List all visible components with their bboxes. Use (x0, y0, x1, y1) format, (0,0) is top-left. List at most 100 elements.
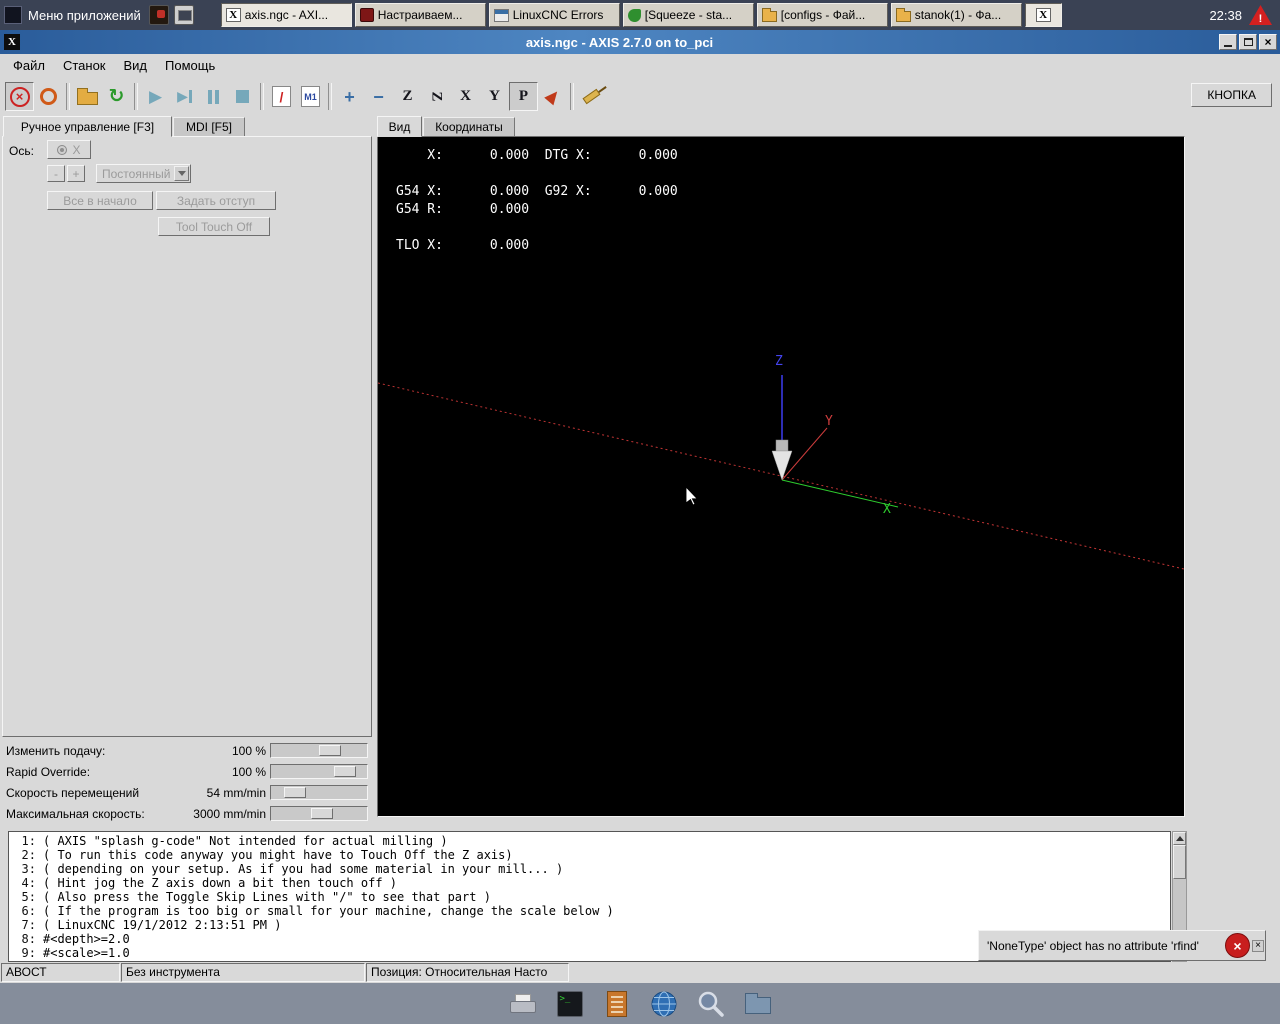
taskbar-item-squeeze[interactable]: [Squeeze - sta... (623, 3, 754, 27)
menu-file[interactable]: Файл (4, 55, 54, 76)
view-z-rotated-button[interactable]: Z (422, 82, 451, 111)
feed-override-slider[interactable] (270, 743, 368, 758)
view-y-button[interactable]: Y (480, 82, 509, 111)
run-icon: ▶ (149, 88, 162, 105)
pause-button[interactable] (199, 82, 228, 111)
stop-button[interactable] (228, 82, 257, 111)
gcode-line[interactable]: 3:( depending on your setup. As if you h… (11, 862, 1170, 876)
maximize-button[interactable] (1239, 34, 1257, 50)
dock-printer-icon[interactable] (507, 988, 539, 1020)
jog-speed-slider[interactable] (270, 785, 368, 800)
zoom-out-icon: − (373, 88, 384, 106)
taskbar-item-errors[interactable]: LinuxCNC Errors (489, 3, 620, 27)
rapid-override-slider[interactable] (270, 764, 368, 779)
taskbar-item-label: [Squeeze - sta... (645, 8, 732, 22)
terminal-screen: >_ (557, 991, 583, 1017)
gcode-line-number: 1: (11, 834, 36, 848)
jog-speed-label: Скорость перемещений (6, 786, 139, 800)
custom-panel-button[interactable]: КНОПКА (1191, 83, 1272, 107)
gcode-line[interactable]: 5:( Also press the Toggle Skip Lines wit… (11, 890, 1170, 904)
reload-button[interactable]: ↻ (102, 82, 131, 111)
axis-x-radio[interactable]: X (47, 140, 91, 159)
slider-handle[interactable] (284, 787, 306, 798)
launcher-icon-1[interactable] (149, 5, 169, 25)
dock-search-icon[interactable] (695, 988, 727, 1020)
magnifier-icon (695, 988, 727, 1020)
window-controls: × (1219, 34, 1277, 50)
tab-manual-control[interactable]: Ручное управление [F3] (3, 116, 172, 137)
slider-handle[interactable] (334, 766, 356, 777)
estop-button[interactable]: × (5, 82, 34, 111)
feed-override-label: Изменить подачу: (6, 744, 105, 758)
skip-lines-button[interactable]: / (267, 82, 296, 111)
jog-plus-button[interactable]: + (67, 165, 85, 182)
gcode-line[interactable]: 6:( If the program is too big or small f… (11, 904, 1170, 918)
slider-handle[interactable] (319, 745, 341, 756)
folder-shape (745, 997, 771, 1014)
touch-off-button[interactable]: Задать отступ (156, 191, 276, 210)
preview-3d-canvas[interactable]: X: 0.000 DTG X: 0.000 G54 X: 0.000 G92 X… (377, 136, 1185, 817)
step-icon: ▶ (177, 88, 188, 105)
dock-terminal-icon[interactable]: >_ (554, 988, 586, 1020)
max-velocity-slider[interactable] (270, 806, 368, 821)
axis-label: Ось: (9, 144, 34, 158)
run-button[interactable]: ▶ (141, 82, 170, 111)
gcode-line-number: 3: (11, 862, 36, 876)
gcode-line-text: #<scale>=1.0 (43, 946, 130, 960)
scroll-up-button[interactable] (1173, 832, 1186, 845)
gcode-line[interactable]: 2:( To run this code anyway you might ha… (11, 848, 1170, 862)
radio-icon (57, 145, 67, 155)
taskbar-item-axis[interactable]: X axis.ngc - AXI... (221, 3, 352, 27)
view-x-button[interactable]: X (451, 82, 480, 111)
view-perspective-button[interactable]: P (509, 82, 538, 111)
notification-dismiss-button[interactable]: × (1225, 933, 1250, 958)
gcode-line[interactable]: 1:( AXIS "splash g-code" Not intended fo… (11, 834, 1170, 848)
combo-arrow-button[interactable] (174, 166, 189, 181)
dock-browser-icon[interactable] (648, 988, 680, 1020)
tab-preview[interactable]: Вид (377, 116, 422, 137)
slider-handle[interactable] (311, 808, 333, 819)
jog-mode-value: Постоянный (102, 167, 170, 181)
open-file-button[interactable] (73, 82, 102, 111)
tab-mdi[interactable]: MDI [F5] (173, 117, 245, 137)
dock-editor-icon[interactable] (601, 988, 633, 1020)
tool-cone (772, 451, 792, 480)
gcode-line[interactable]: 4:( Hint jog the Z axis down a bit then … (11, 876, 1170, 890)
minimize-button[interactable] (1219, 34, 1237, 50)
taskbar-item-settings[interactable]: Настраиваем... (355, 3, 486, 27)
warning-icon[interactable]: ! (1249, 5, 1272, 25)
menu-help[interactable]: Помощь (156, 55, 224, 76)
tool-touch-off-button[interactable]: Tool Touch Off (158, 217, 270, 236)
taskbar-item-xterm[interactable]: X (1025, 3, 1062, 27)
scrollbar-thumb[interactable] (1173, 845, 1186, 879)
jog-minus-button[interactable]: - (47, 165, 65, 182)
launcher-icon-2[interactable] (174, 5, 194, 25)
taskbar-item-label: Настраиваем... (378, 8, 463, 22)
notification-message: 'NoneType' object has no attribute 'rfin… (979, 939, 1223, 953)
applications-menu-button[interactable]: Меню приложений (0, 0, 149, 30)
toolbar-separator (328, 83, 332, 110)
rotate-view-button[interactable] (538, 82, 567, 111)
clock: 22:38 (1209, 0, 1242, 30)
jog-speed-combo[interactable]: Постоянный (96, 164, 191, 183)
machine-power-button[interactable] (34, 82, 63, 111)
clear-plot-button[interactable] (577, 82, 606, 111)
tab-dro[interactable]: Координаты (423, 117, 515, 137)
view-y-icon: Y (489, 88, 500, 105)
view-z-button[interactable]: Z (393, 82, 422, 111)
window-titlebar[interactable]: X axis.ngc - AXIS 2.7.0 on to_pci × (0, 30, 1280, 54)
zoom-out-button[interactable]: − (364, 82, 393, 111)
notification-close-icon[interactable]: × (1252, 940, 1264, 952)
zoom-in-button[interactable]: + (335, 82, 364, 111)
close-button[interactable]: × (1259, 34, 1277, 50)
menu-machine[interactable]: Станок (54, 55, 115, 76)
x11-icon: X (226, 8, 241, 22)
optional-stop-button[interactable]: M1 (296, 82, 325, 111)
dock-files-icon[interactable] (742, 988, 774, 1020)
step-button[interactable]: ▶ (170, 82, 199, 111)
view-z-rotated-icon: Z (428, 91, 445, 101)
menu-view[interactable]: Вид (115, 55, 157, 76)
home-all-button[interactable]: Все в начало (47, 191, 153, 210)
taskbar-item-configs[interactable]: [configs - Фай... (757, 3, 888, 27)
taskbar-item-stanok[interactable]: stanok(1) - Фа... (891, 3, 1022, 27)
